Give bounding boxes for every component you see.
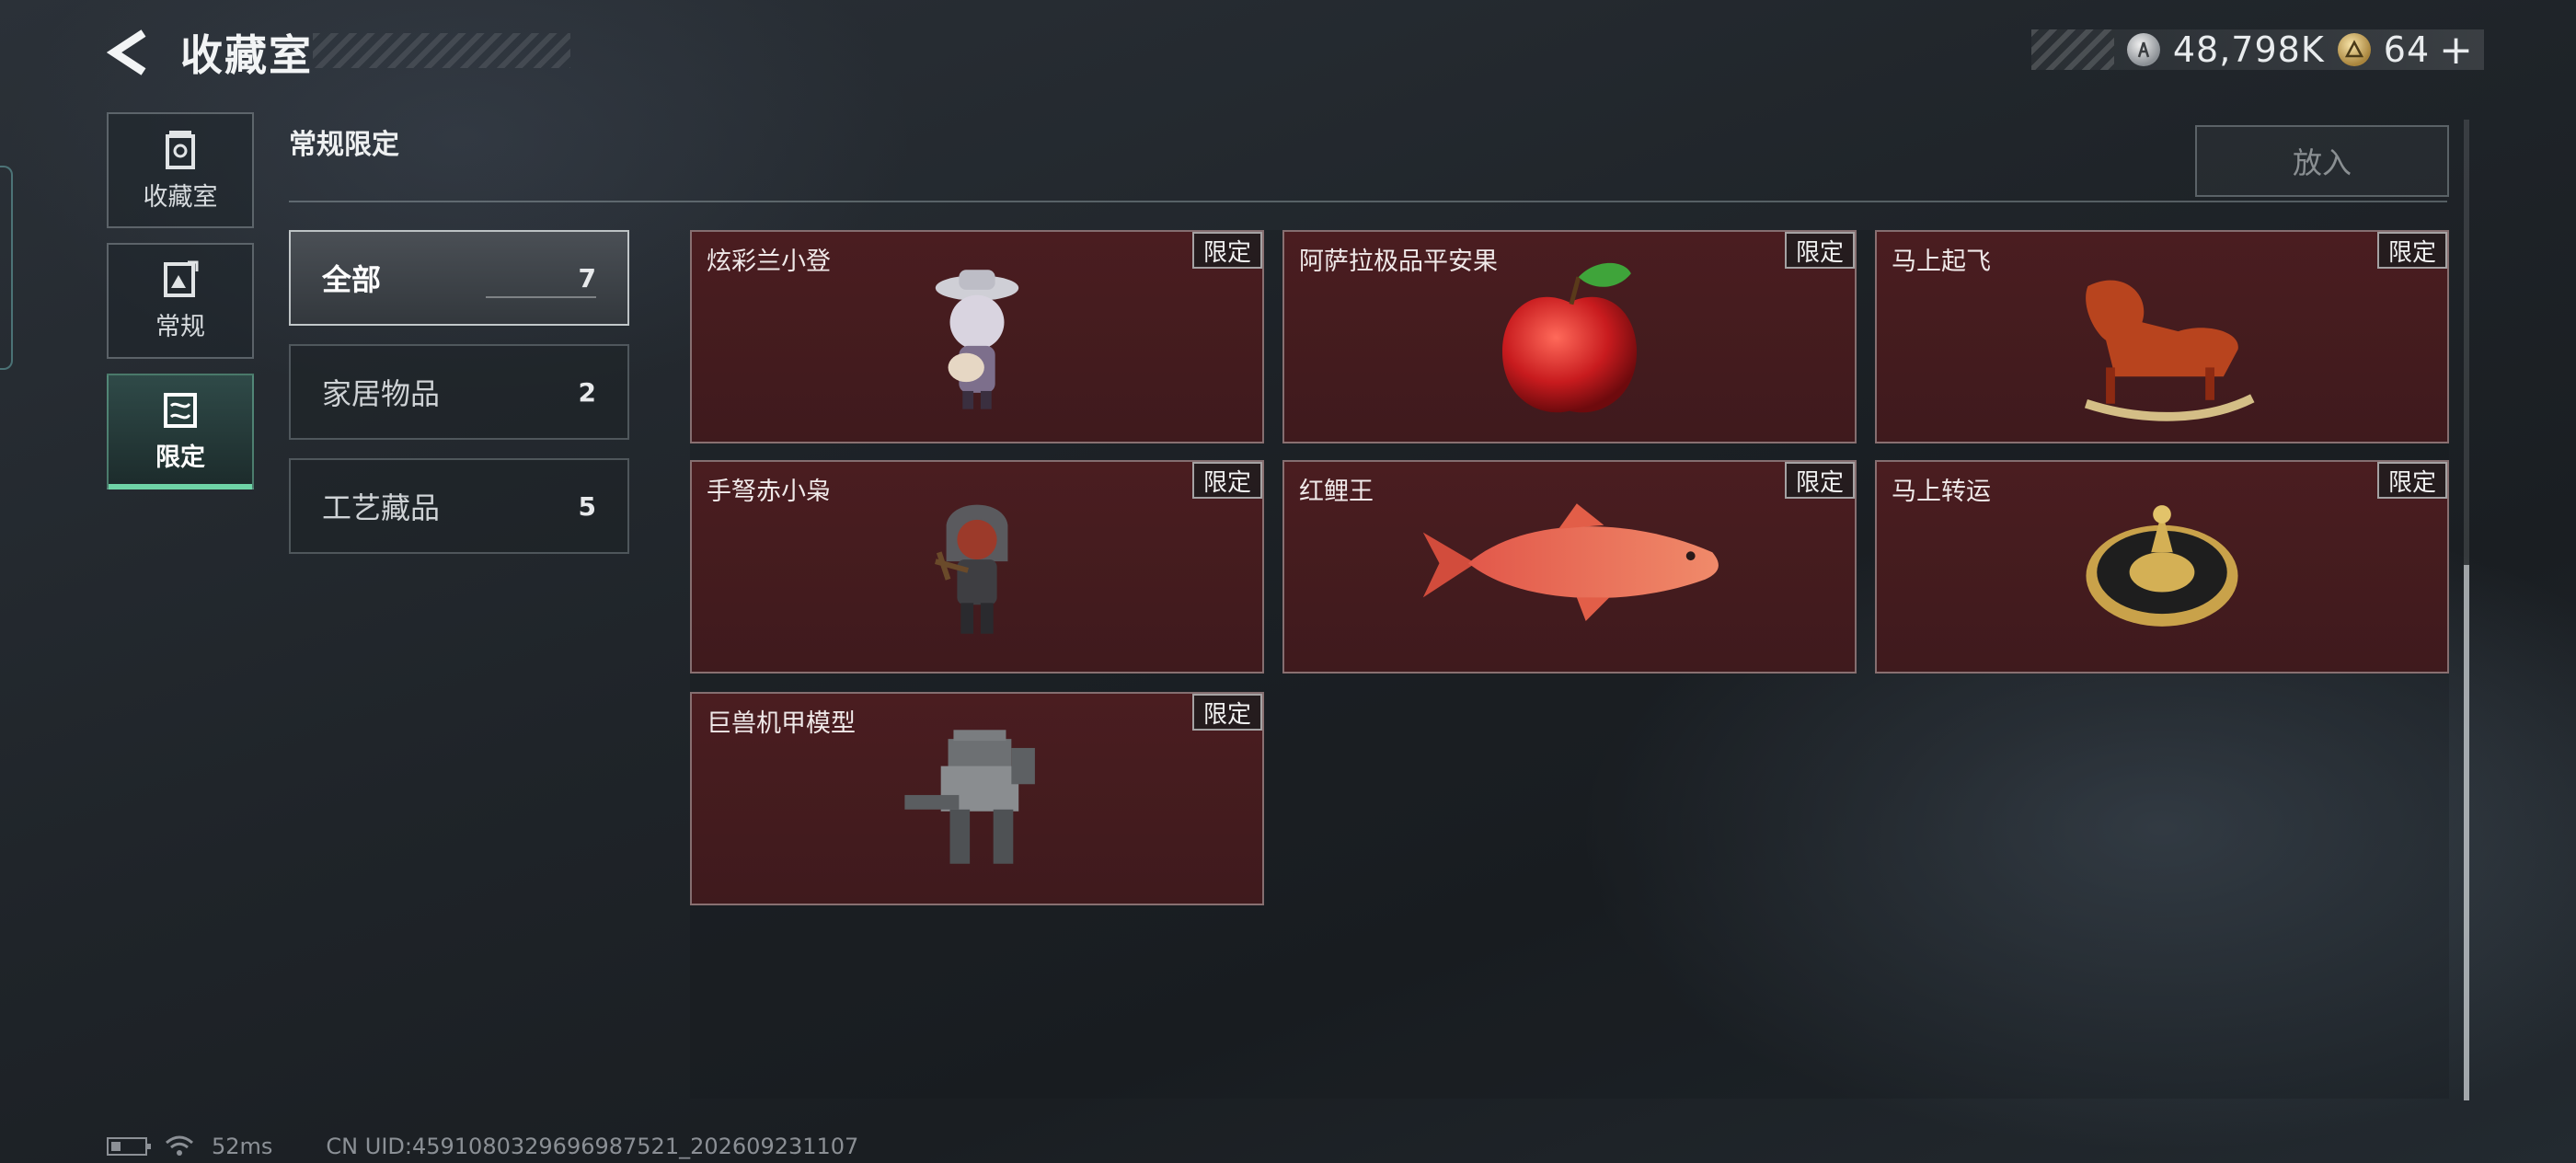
item-card[interactable]: 马上转运 限定 [1875,460,2449,674]
nav-label: 限定 [155,443,205,472]
currency-decoration [2031,29,2114,70]
nav-limited[interactable]: 限定 [107,374,254,489]
divider [289,201,2447,202]
category-count: 5 [578,490,596,522]
limited-badge: 限定 [2376,232,2447,269]
limited-badge: 限定 [2376,462,2447,499]
limited-badge: 限定 [1191,232,1262,269]
section-title: 常规限定 [289,129,399,161]
limited-icon [164,392,197,428]
nav-regular[interactable]: 常规 [107,243,254,359]
status-footer: 52ms CN UID:4591080329696987521_20260923… [107,1134,858,1159]
limited-badge: 限定 [1191,462,1262,499]
category-name: 全部 [322,262,382,297]
category-crafts[interactable]: 工艺藏品 5 [289,458,629,554]
item-card[interactable]: 阿萨拉极品平安果 限定 [1282,230,1857,443]
item-card[interactable]: 马上起飞 限定 [1875,230,2449,443]
item-card[interactable]: 巨兽机甲模型 限定 [690,692,1264,905]
currency-bar: 48,798K 64 + [2031,27,2484,74]
title-decoration [313,33,570,68]
wifi-icon [166,1135,193,1156]
put-in-button[interactable]: 放入 [2195,125,2449,197]
item-name: 马上起飞 [1892,248,1991,276]
silver-coin-value: 48,798K [2172,29,2325,70]
page-title: 收藏室 [180,30,313,80]
item-name: 巨兽机甲模型 [707,709,856,738]
category-home-items[interactable]: 家居物品 2 [289,344,629,440]
category-name: 家居物品 [322,376,441,411]
uid-text: CN UID:4591080329696987521_202609231107 [326,1134,859,1159]
category-name: 工艺藏品 [322,490,441,525]
item-name: 手弩赤小枭 [707,478,831,506]
category-count: 7 [578,262,596,294]
add-currency-button[interactable]: + [2439,27,2473,74]
nav-label: 收藏室 [143,182,218,212]
scrollbar-thumb[interactable] [2464,565,2469,1100]
ping-value: 52ms [212,1134,273,1159]
side-rail [0,166,13,370]
gold-token-value: 64 [2383,29,2431,70]
limited-badge: 限定 [1784,232,1855,269]
back-button[interactable] [103,28,155,77]
item-card[interactable]: 炫彩兰小登 限定 [690,230,1264,443]
item-name: 阿萨拉极品平安果 [1299,248,1498,276]
collection-room-icon [166,130,195,169]
battery-icon [107,1137,151,1156]
item-name: 红鲤王 [1299,478,1374,506]
silver-coin-icon [2126,33,2160,66]
scrollbar[interactable] [2464,120,2469,1100]
item-card[interactable]: 手弩赤小枭 限定 [690,460,1264,674]
limited-badge: 限定 [1784,462,1855,499]
nav-collection-room[interactable]: 收藏室 [107,112,254,228]
item-name: 炫彩兰小登 [707,248,831,276]
nav-label: 常规 [155,312,205,341]
item-card[interactable]: 红鲤王 限定 [1282,460,1857,674]
limited-badge: 限定 [1191,694,1262,731]
gold-token-icon [2337,33,2371,66]
category-count: 2 [578,376,596,408]
regular-icon [164,260,199,297]
category-all[interactable]: 全部 7 [289,230,629,326]
item-name: 马上转运 [1892,478,1991,506]
back-arrow-icon [107,29,146,75]
